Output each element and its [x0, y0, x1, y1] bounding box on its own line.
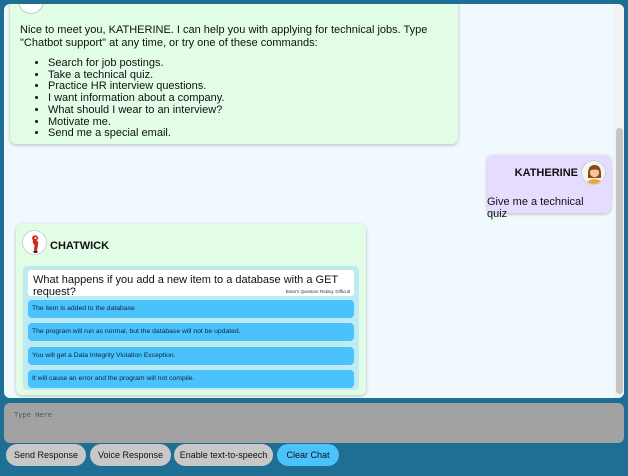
command-list: Search for job postings. Take a technica…: [20, 57, 448, 140]
user-message-text: Give me a technical quiz: [487, 196, 584, 220]
quiz-answer-option[interactable]: You will get a Data Integrity Violation …: [28, 347, 354, 365]
quiz-answer-option[interactable]: The item is added to the database: [28, 300, 354, 318]
command-item: What should I wear to an interview?: [48, 104, 448, 117]
command-item: Search for job postings.: [48, 57, 448, 70]
message-input-area[interactable]: [4, 403, 624, 443]
scrollbar-thumb[interactable]: [616, 128, 623, 394]
user-name: KATHERINE: [514, 167, 578, 179]
enable-tts-button[interactable]: Enable text-to-speech: [174, 444, 273, 466]
command-item: Send me a special email.: [48, 128, 448, 140]
quiz-question: What happens if you add a new item to a …: [33, 274, 338, 298]
chatwick-logo-icon: [22, 230, 47, 255]
quiz-answer-option[interactable]: The program will run as normal, but the …: [28, 323, 354, 341]
send-response-button[interactable]: Send Response: [6, 444, 86, 466]
bot-intro-message: Nice to meet you, KATHERINE. I can help …: [10, 4, 458, 144]
quiz-answer-option[interactable]: It will cause an error and the program w…: [28, 370, 354, 388]
message-input[interactable]: [4, 403, 624, 443]
voice-response-button[interactable]: Voice Response: [90, 444, 171, 466]
bot-name: CHATWICK: [50, 240, 110, 252]
bot-intro-text: Nice to meet you, KATHERINE. I can help …: [20, 24, 428, 49]
user-avatar-icon: [581, 160, 606, 185]
quiz-card: What happens if you add a new item to a …: [23, 266, 359, 390]
quiz-question-box: What happens if you add a new item to a …: [28, 270, 354, 298]
chat-scrollbar[interactable]: [614, 4, 624, 398]
quiz-rating: Brian's Question Rating: Difficult: [285, 289, 350, 294]
chat-window[interactable]: Nice to meet you, KATHERINE. I can help …: [4, 4, 624, 398]
clear-chat-button[interactable]: Clear Chat: [277, 444, 339, 466]
bot-quiz-message: CHATWICK What happens if you add a new i…: [16, 224, 366, 395]
user-message: KATHERINE Give me a technical quiz: [487, 155, 611, 220]
